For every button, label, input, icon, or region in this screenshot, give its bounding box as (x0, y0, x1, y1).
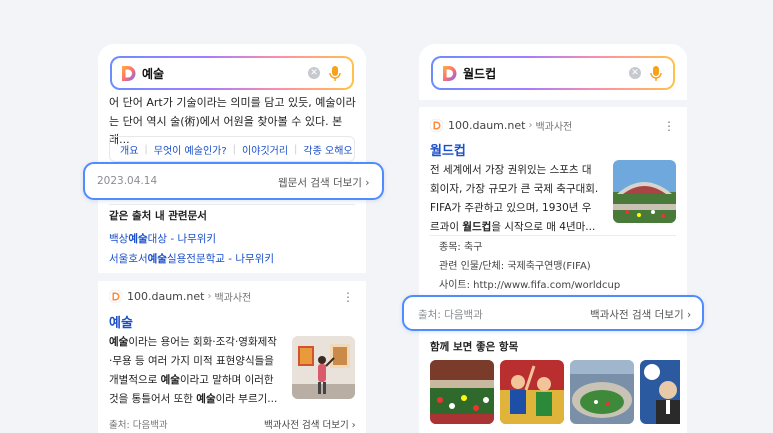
result-title[interactable]: 예술 (109, 312, 133, 331)
web-doc-more-link[interactable]: 웹문서 검색 더보기 › (278, 175, 370, 190)
subtab-overview[interactable]: 개요 (120, 142, 138, 157)
clear-icon[interactable]: ✕ (308, 67, 320, 79)
right-phone-screen: 월드컵 ✕ 100.daum.net › 백과사전 ⋮ 월드컵 전 세계에서 가… (419, 44, 687, 433)
fifa-official-image (640, 360, 680, 424)
related-links: 백상예술대상 - 나무위키 서울호서예술실용전문학교 - 나무위키 (109, 229, 274, 269)
left-phone-screen: 예술 ✕ 어 단어 Art가 기술이라는 의미를 담고 있듯, 예술이라 는 단… (98, 44, 366, 433)
encyclopedia-result-card: 100.daum.net › 백과사전 ⋮ 예술 예술이라는 용어는 회화·조각… (98, 281, 366, 433)
result-description: 예술이라는 용어는 회화·조각·영화제작 ·무용 등 여러 가지 미적 표현양식… (109, 336, 278, 405)
daum-favicon-icon (430, 119, 443, 132)
info-list: 종목: 축구 관련 인물/단체: 국제축구연맹(FIFA) 사이트: http:… (439, 238, 620, 295)
stadium-image (613, 160, 676, 223)
more-options-icon[interactable]: ⋮ (342, 291, 354, 303)
daum-favicon-icon (109, 290, 122, 303)
microphone-icon[interactable] (328, 65, 342, 82)
related-item-thumbnail-2[interactable] (500, 360, 564, 424)
web-doc-more-callout[interactable]: 2023.04.14 웹문서 검색 더보기 › (83, 162, 384, 200)
result-source[interactable]: 100.daum.net › 백과사전 (109, 289, 251, 304)
encyclopedia-more-link[interactable]: 백과사전 검색 더보기 › (264, 417, 356, 431)
result-date: 2023.04.14 (97, 175, 158, 187)
section-separator (419, 100, 687, 107)
related-items-heading: 함께 보면 좋은 항목 (430, 341, 519, 353)
divider (109, 204, 355, 205)
related-heading: 같은 출처 내 관련문서 (109, 210, 207, 222)
related-link-1[interactable]: 백상예술대상 - 나무위키 (109, 229, 274, 249)
info-sport: 종목: 축구 (439, 242, 483, 253)
daum-logo-icon (122, 66, 136, 81)
gallery-image (292, 336, 355, 399)
section-separator (98, 273, 366, 281)
search-query[interactable]: 월드컵 (463, 65, 496, 82)
result-title[interactable]: 월드컵 (430, 140, 466, 159)
info-related-org: 관련 인물/단체: 국제축구연맹(FIFA) (439, 261, 591, 272)
fans-cheering-image (500, 360, 564, 424)
subtab-what-is-art[interactable]: 무엇이 예술인가? (154, 142, 227, 157)
related-item-thumbnail-1[interactable] (430, 360, 494, 424)
result-source[interactable]: 100.daum.net › 백과사전 (430, 118, 572, 133)
related-items-carousel (430, 360, 680, 424)
related-link-2[interactable]: 서울호서예술실용전문학교 - 나무위키 (109, 249, 274, 269)
stadium-thumbnail[interactable] (613, 160, 676, 223)
related-item-thumbnail-3[interactable] (570, 360, 634, 424)
encyclopedia-more-link[interactable]: 백과사전 검색 더보기 › (590, 307, 691, 322)
search-bar[interactable]: 월드컵 ✕ (431, 56, 675, 90)
crowd-stadium-image (430, 360, 494, 424)
footer-source: 출처: 다음백과 (109, 420, 168, 431)
encyclopedia-more-callout[interactable]: 출처: 다음백과 백과사전 검색 더보기 › (402, 295, 704, 331)
clear-icon[interactable]: ✕ (629, 67, 641, 79)
more-options-icon[interactable]: ⋮ (663, 120, 675, 132)
art-gallery-thumbnail[interactable] (292, 336, 355, 399)
subtab-stories[interactable]: 이야깃거리 (242, 142, 288, 157)
result-description: 전 세계에서 가장 권위있는 스포츠 대 회이자, 가장 규모가 큰 국제 축구… (430, 164, 599, 233)
search-query[interactable]: 예술 (142, 65, 164, 82)
stadium-aerial-image (570, 360, 634, 424)
search-bar[interactable]: 예술 ✕ (110, 56, 354, 90)
subtab-misconceptions[interactable]: 각종 오해오 (303, 142, 352, 157)
divider (430, 235, 676, 236)
daum-logo-icon (443, 66, 457, 81)
subtab-bar: 개요 | 무엇이 예술인가? | 이야깃거리 | 각종 오해오 (109, 136, 355, 162)
footer-source: 출처: 다음백과 (418, 309, 483, 321)
encyclopedia-result-card: 100.daum.net › 백과사전 ⋮ 월드컵 전 세계에서 가장 권위있는… (419, 107, 687, 327)
related-item-thumbnail-4[interactable] (640, 360, 680, 424)
info-site[interactable]: 사이트: http://www.fifa.com/worldcup (439, 276, 620, 295)
microphone-icon[interactable] (649, 65, 663, 82)
